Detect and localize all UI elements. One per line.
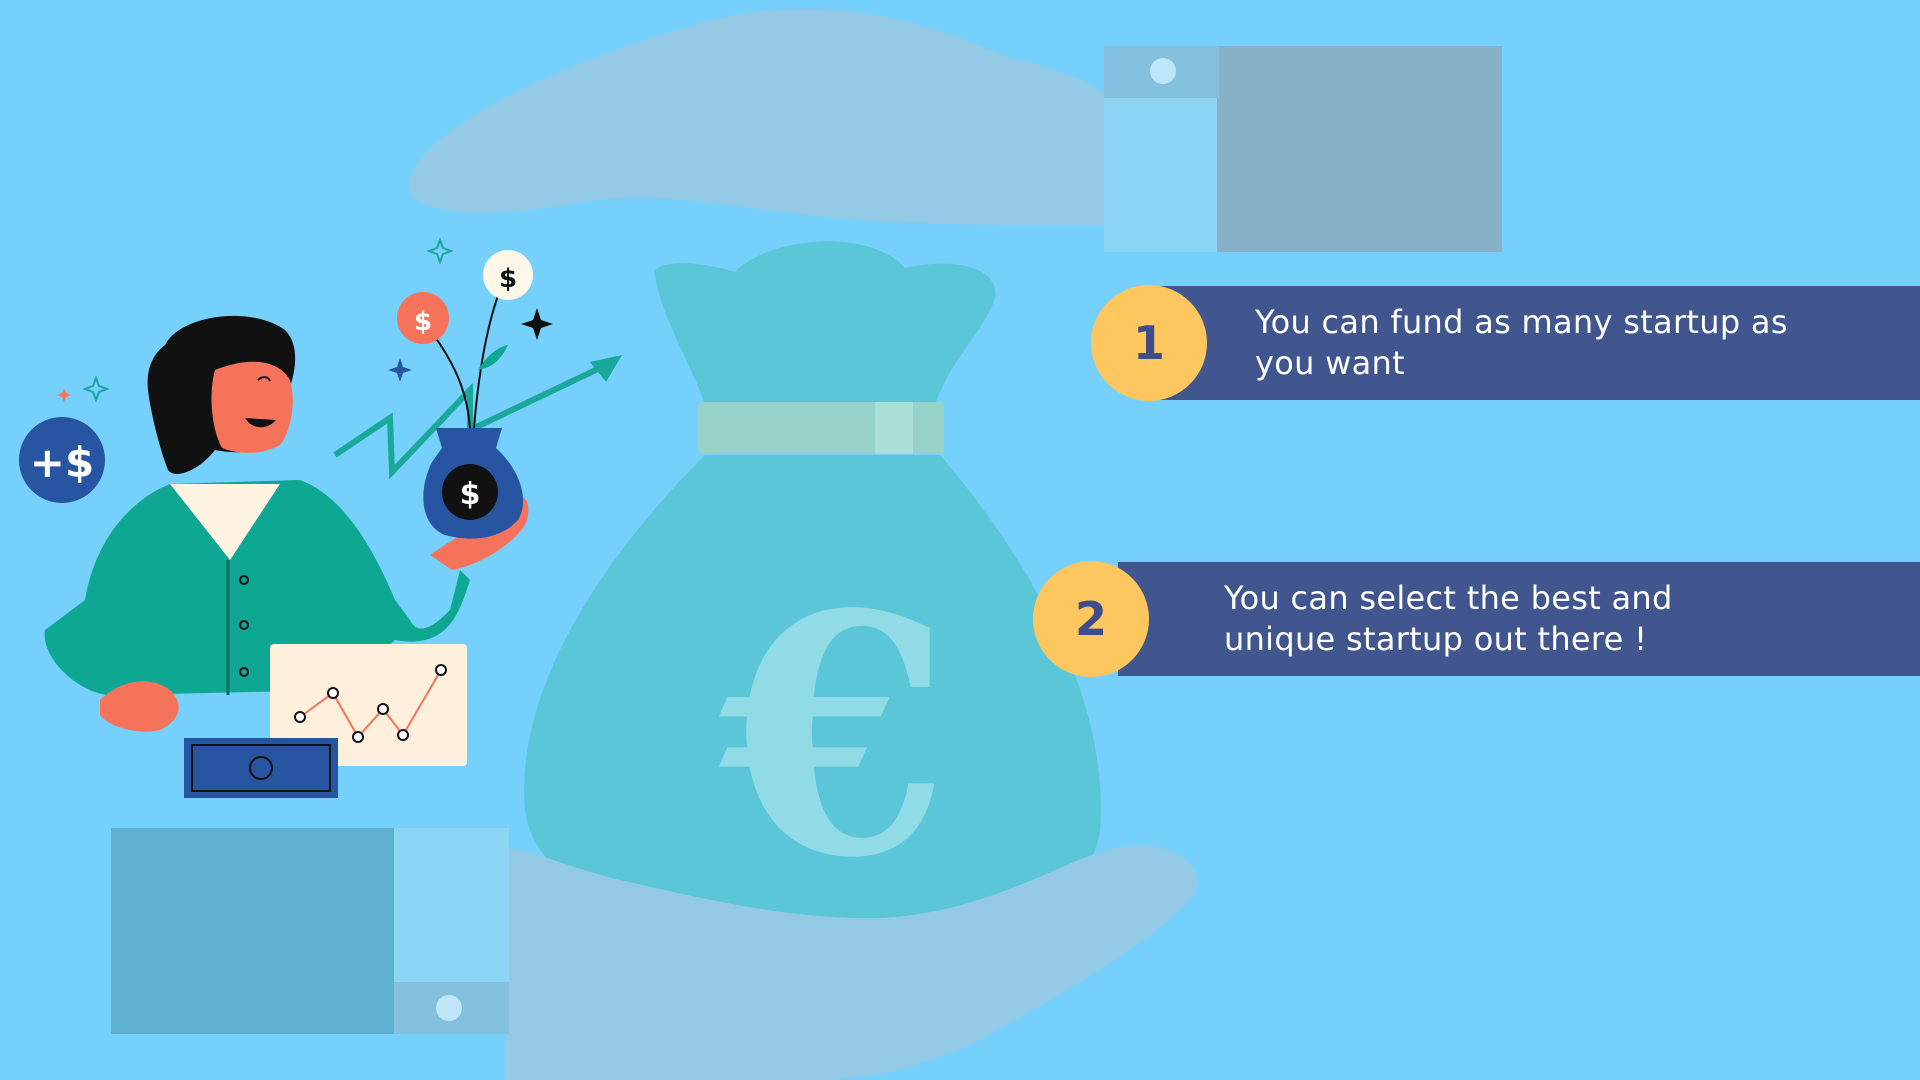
feature-banner-2: You can select the best and unique start… xyxy=(1118,562,1920,676)
svg-text:+$: +$ xyxy=(30,438,94,487)
money-bag-icon: € xyxy=(524,241,1101,930)
money-protection-illustration: € +$ $ $ $ xyxy=(19,8,1502,1080)
dollar-badge-icon: +$ xyxy=(19,417,105,503)
feature-text-2: You can select the best and unique start… xyxy=(1224,579,1673,658)
number-badge-2: 2 xyxy=(1033,561,1149,677)
banknote-icon xyxy=(184,738,338,798)
sparkle-icon xyxy=(426,237,454,265)
feature-text-1: You can fund as many startup as you want xyxy=(1255,303,1788,382)
sparkle-icon xyxy=(388,358,412,382)
background-scene: € +$ $ $ $ xyxy=(0,0,1920,1080)
top-hand-icon xyxy=(410,8,1502,252)
svg-text:$: $ xyxy=(414,307,432,337)
investor-woman-illustration: +$ $ $ $ xyxy=(19,237,622,798)
pot-coin-symbol: $ xyxy=(460,477,481,512)
euro-symbol: € xyxy=(715,542,950,930)
feature-banner-1: You can fund as many startup as you want xyxy=(1155,286,1920,400)
sparkle-icon xyxy=(57,388,71,402)
svg-text:$: $ xyxy=(499,264,517,294)
number-badge-1: 1 xyxy=(1091,285,1207,401)
sparkle-icon xyxy=(521,308,553,340)
sparkle-icon xyxy=(82,375,110,403)
